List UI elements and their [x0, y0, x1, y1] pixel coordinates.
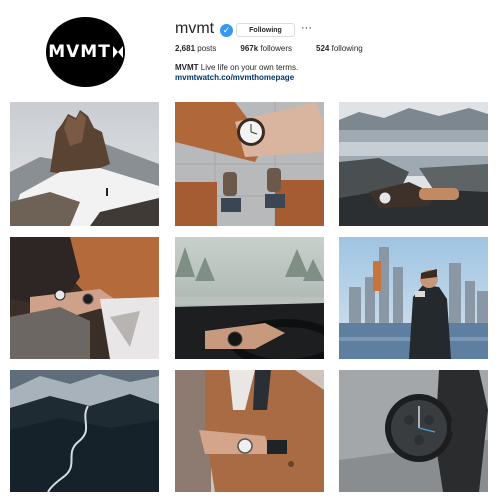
couple-watches-image	[10, 237, 159, 359]
post-mountain-hiker[interactable]	[10, 102, 159, 226]
avatar-logo-text: MVMT	[48, 42, 111, 62]
verified-badge-icon: ✓	[220, 24, 233, 37]
coat-watch-image	[175, 370, 324, 492]
mountain-river-image	[10, 370, 159, 492]
posts-stat: 2,681 posts	[175, 44, 216, 53]
followers-label: followers	[260, 44, 292, 53]
bowtie-icon	[112, 46, 123, 58]
mountain-hiker-image	[10, 102, 159, 226]
car-steering-watch-image	[175, 237, 324, 359]
posts-label: posts	[197, 44, 217, 53]
bio-text: Live life on your own terms.	[200, 63, 299, 72]
profile-username: mvmt	[175, 20, 215, 37]
lake-watch-image	[339, 102, 488, 226]
profile-header: MVMT mvmt ✓ Following ··· 2,681 posts 96…	[0, 0, 500, 100]
post-car-steering-watch[interactable]	[175, 237, 324, 359]
profile-avatar[interactable]: MVMT	[46, 17, 125, 87]
wrist-watch-sneakers-image	[175, 102, 324, 226]
post-city-man[interactable]	[339, 237, 488, 359]
posts-count: 2,681	[175, 44, 196, 53]
post-mountain-river[interactable]	[10, 370, 159, 492]
following-stat-label: following	[331, 44, 363, 53]
following-stat[interactable]: 524 following	[316, 44, 363, 53]
more-options-icon[interactable]: ···	[301, 22, 312, 34]
post-watch-product[interactable]	[339, 370, 488, 492]
post-wrist-watch-sneakers[interactable]	[175, 102, 324, 226]
city-man-image	[339, 237, 488, 359]
watch-product-image	[339, 370, 488, 492]
followers-count: 967k	[240, 44, 259, 53]
bio-link[interactable]: mvmtwatch.co/mvmthomepage	[175, 73, 298, 83]
followers-stat[interactable]: 967k followers	[240, 44, 292, 53]
profile-stats: 2,681 posts 967k followers 524 following	[175, 44, 387, 53]
profile-bio: MVMT Live life on your own terms. mvmtwa…	[175, 63, 298, 83]
bio-name: MVMT	[175, 63, 199, 72]
avatar-logo: MVMT	[48, 42, 123, 62]
post-coat-watch[interactable]	[175, 370, 324, 492]
post-lake-watch[interactable]	[339, 102, 488, 226]
post-couple-watches[interactable]	[10, 237, 159, 359]
following-count: 524	[316, 44, 330, 53]
following-button[interactable]: Following	[236, 23, 295, 37]
